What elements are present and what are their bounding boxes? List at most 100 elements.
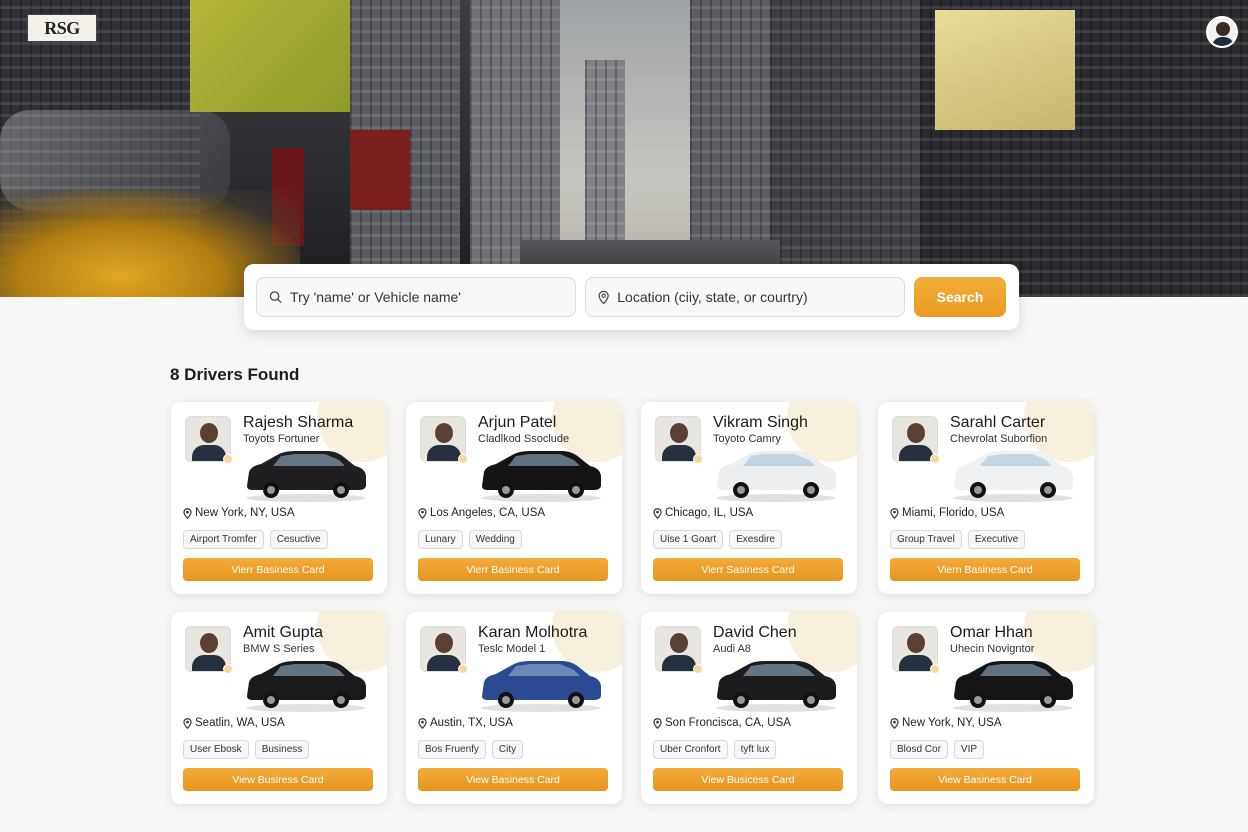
hero-banner [0,0,1248,297]
driver-name[interactable]: David Chen [713,624,797,642]
verified-badge-icon [458,454,468,464]
verified-badge-icon [223,664,233,674]
verified-badge-icon [693,454,703,464]
location-pin-icon [890,717,899,729]
service-tag[interactable]: Blosd Cor [890,740,948,759]
service-tag[interactable]: User Ebosk [183,740,249,759]
hero-building [770,0,920,297]
user-avatar[interactable] [1206,16,1238,48]
driver-name[interactable]: Rajesh Sharma [243,414,353,432]
vehicle-image [246,451,366,502]
service-tag[interactable]: Bos Fruenfy [418,740,486,759]
vehicle-image [481,661,601,712]
service-tag[interactable]: tyft lux [733,740,777,759]
view-business-card-button[interactable]: View Basiness Card [890,768,1080,791]
driver-location: Miami, Florido, USA [890,507,1004,519]
driver-location-text: Son Froncisca, CA, USA [665,717,791,729]
service-tag[interactable]: Airport Tromfer [183,530,264,549]
service-tag[interactable]: City [491,740,524,759]
driver-location-text: Los Angeles, CA, USA [430,507,546,519]
service-tags: Uise 1 Goart Exesdire [653,530,783,549]
driver-card: Vikram Singh Toyoto Camry Chicago, IL, U… [641,402,857,594]
verified-badge-icon [693,664,703,674]
view-business-card-button[interactable]: Vierr Sasiness Card [653,558,843,581]
vehicle-image [481,451,601,502]
service-tag[interactable]: Executive [967,530,1026,549]
location-pin-icon [183,507,192,519]
service-tag[interactable]: Exesdire [729,530,783,549]
view-business-card-button[interactable]: Vierr Basiness Card [418,558,608,581]
verified-badge-icon [930,454,940,464]
vehicle-image [953,451,1073,502]
service-tag[interactable]: Lunary [418,530,463,549]
driver-name[interactable]: Vikram Singh [713,414,808,432]
verified-badge-icon [458,664,468,674]
hero-billboard [190,0,350,112]
driver-location: Los Angeles, CA, USA [418,507,545,519]
hero-billboard [935,10,1075,130]
view-business-card-button[interactable]: View Busiress Card [183,768,373,791]
location-pin-icon [653,507,662,519]
driver-card: Arjun Patel Cladlkod Ssoclude Los Angele… [406,402,622,594]
name-search-field[interactable] [256,277,576,317]
brand-logo[interactable]: RSG [27,14,97,42]
service-tags: User Ebosk Business [183,740,310,759]
driver-location-text: Chicago, IL, USA [665,507,754,519]
driver-location-text: Seatlin, WA, USA [195,717,285,729]
vehicle-image [953,661,1073,712]
driver-location-text: New York, NY, USA [902,717,1002,729]
service-tags: Bos Fruenfy City [418,740,524,759]
driver-location: Austin, TX, USA [418,717,513,729]
location-search-field[interactable] [585,277,905,317]
search-button[interactable]: Search [914,277,1006,317]
view-business-card-button[interactable]: View Busicess Card [653,768,843,791]
location-pin-icon [183,717,192,729]
location-pin-icon [653,717,662,729]
location-pin-icon [418,507,427,519]
vehicle-image [716,661,836,712]
driver-location: Seatlin, WA, USA [183,717,285,729]
driver-card: Karan Molhotra Teslc Model 1 Austin, TX,… [406,612,622,804]
view-business-card-button[interactable]: Viern Basiness Card [890,558,1080,581]
driver-location: Chicago, IL, USA [653,507,753,519]
hero-neon-sign [350,130,410,210]
verified-badge-icon [930,664,940,674]
driver-location: New York, NY, USA [183,507,295,519]
service-tags: Lunary Wedding [418,530,522,549]
driver-location-text: Austin, TX, USA [430,717,513,729]
driver-location: New York, NY, USA [890,717,1002,729]
service-tags: Blosd Cor VIP [890,740,985,759]
vehicle-image [246,661,366,712]
driver-name[interactable]: Amit Gupta [243,624,323,642]
view-business-card-button[interactable]: View Basiness Card [418,768,608,791]
results-count: 8 Drivers Found [170,365,300,384]
view-business-card-button[interactable]: Vierr Basiness Card [183,558,373,581]
driver-location-text: New York, NY, USA [195,507,295,519]
location-pin-icon [418,717,427,729]
driver-name[interactable]: Karan Molhotra [478,624,587,642]
service-tag[interactable]: Uise 1 Goart [653,530,724,549]
driver-name[interactable]: Omar Hhan [950,624,1033,642]
driver-card: Amit Gupta BMW S Series Seatlin, WA, USA… [171,612,387,804]
location-pin-icon [890,507,899,519]
search-bar: Search [244,264,1019,330]
driver-location-text: Miami, Florido, USA [902,507,1005,519]
search-icon [269,291,282,304]
service-tag[interactable]: VIP [953,740,985,759]
driver-card: Rajesh Sharma Toyots Fortuner New York, … [171,402,387,594]
service-tag[interactable]: Wedding [468,530,522,549]
service-tag[interactable]: Uber Cronfort [653,740,728,759]
location-pin-icon [598,290,609,304]
name-search-input[interactable] [290,289,575,305]
service-tag[interactable]: Cesuctive [269,530,328,549]
service-tags: Uber Cronfort tyft lux [653,740,777,759]
driver-card: Omar Hhan Uhecin Novigntor New York, NY,… [878,612,1094,804]
driver-name[interactable]: Sarahl Carter [950,414,1045,432]
service-tag[interactable]: Business [254,740,310,759]
location-search-input[interactable] [617,289,904,305]
driver-name[interactable]: Arjun Patel [478,414,556,432]
service-tag[interactable]: Group Travel [890,530,962,549]
vehicle-image [716,451,836,502]
verified-badge-icon [223,454,233,464]
driver-card: Sarahl Carter Chevrolat Suborfion Miami,… [878,402,1094,594]
